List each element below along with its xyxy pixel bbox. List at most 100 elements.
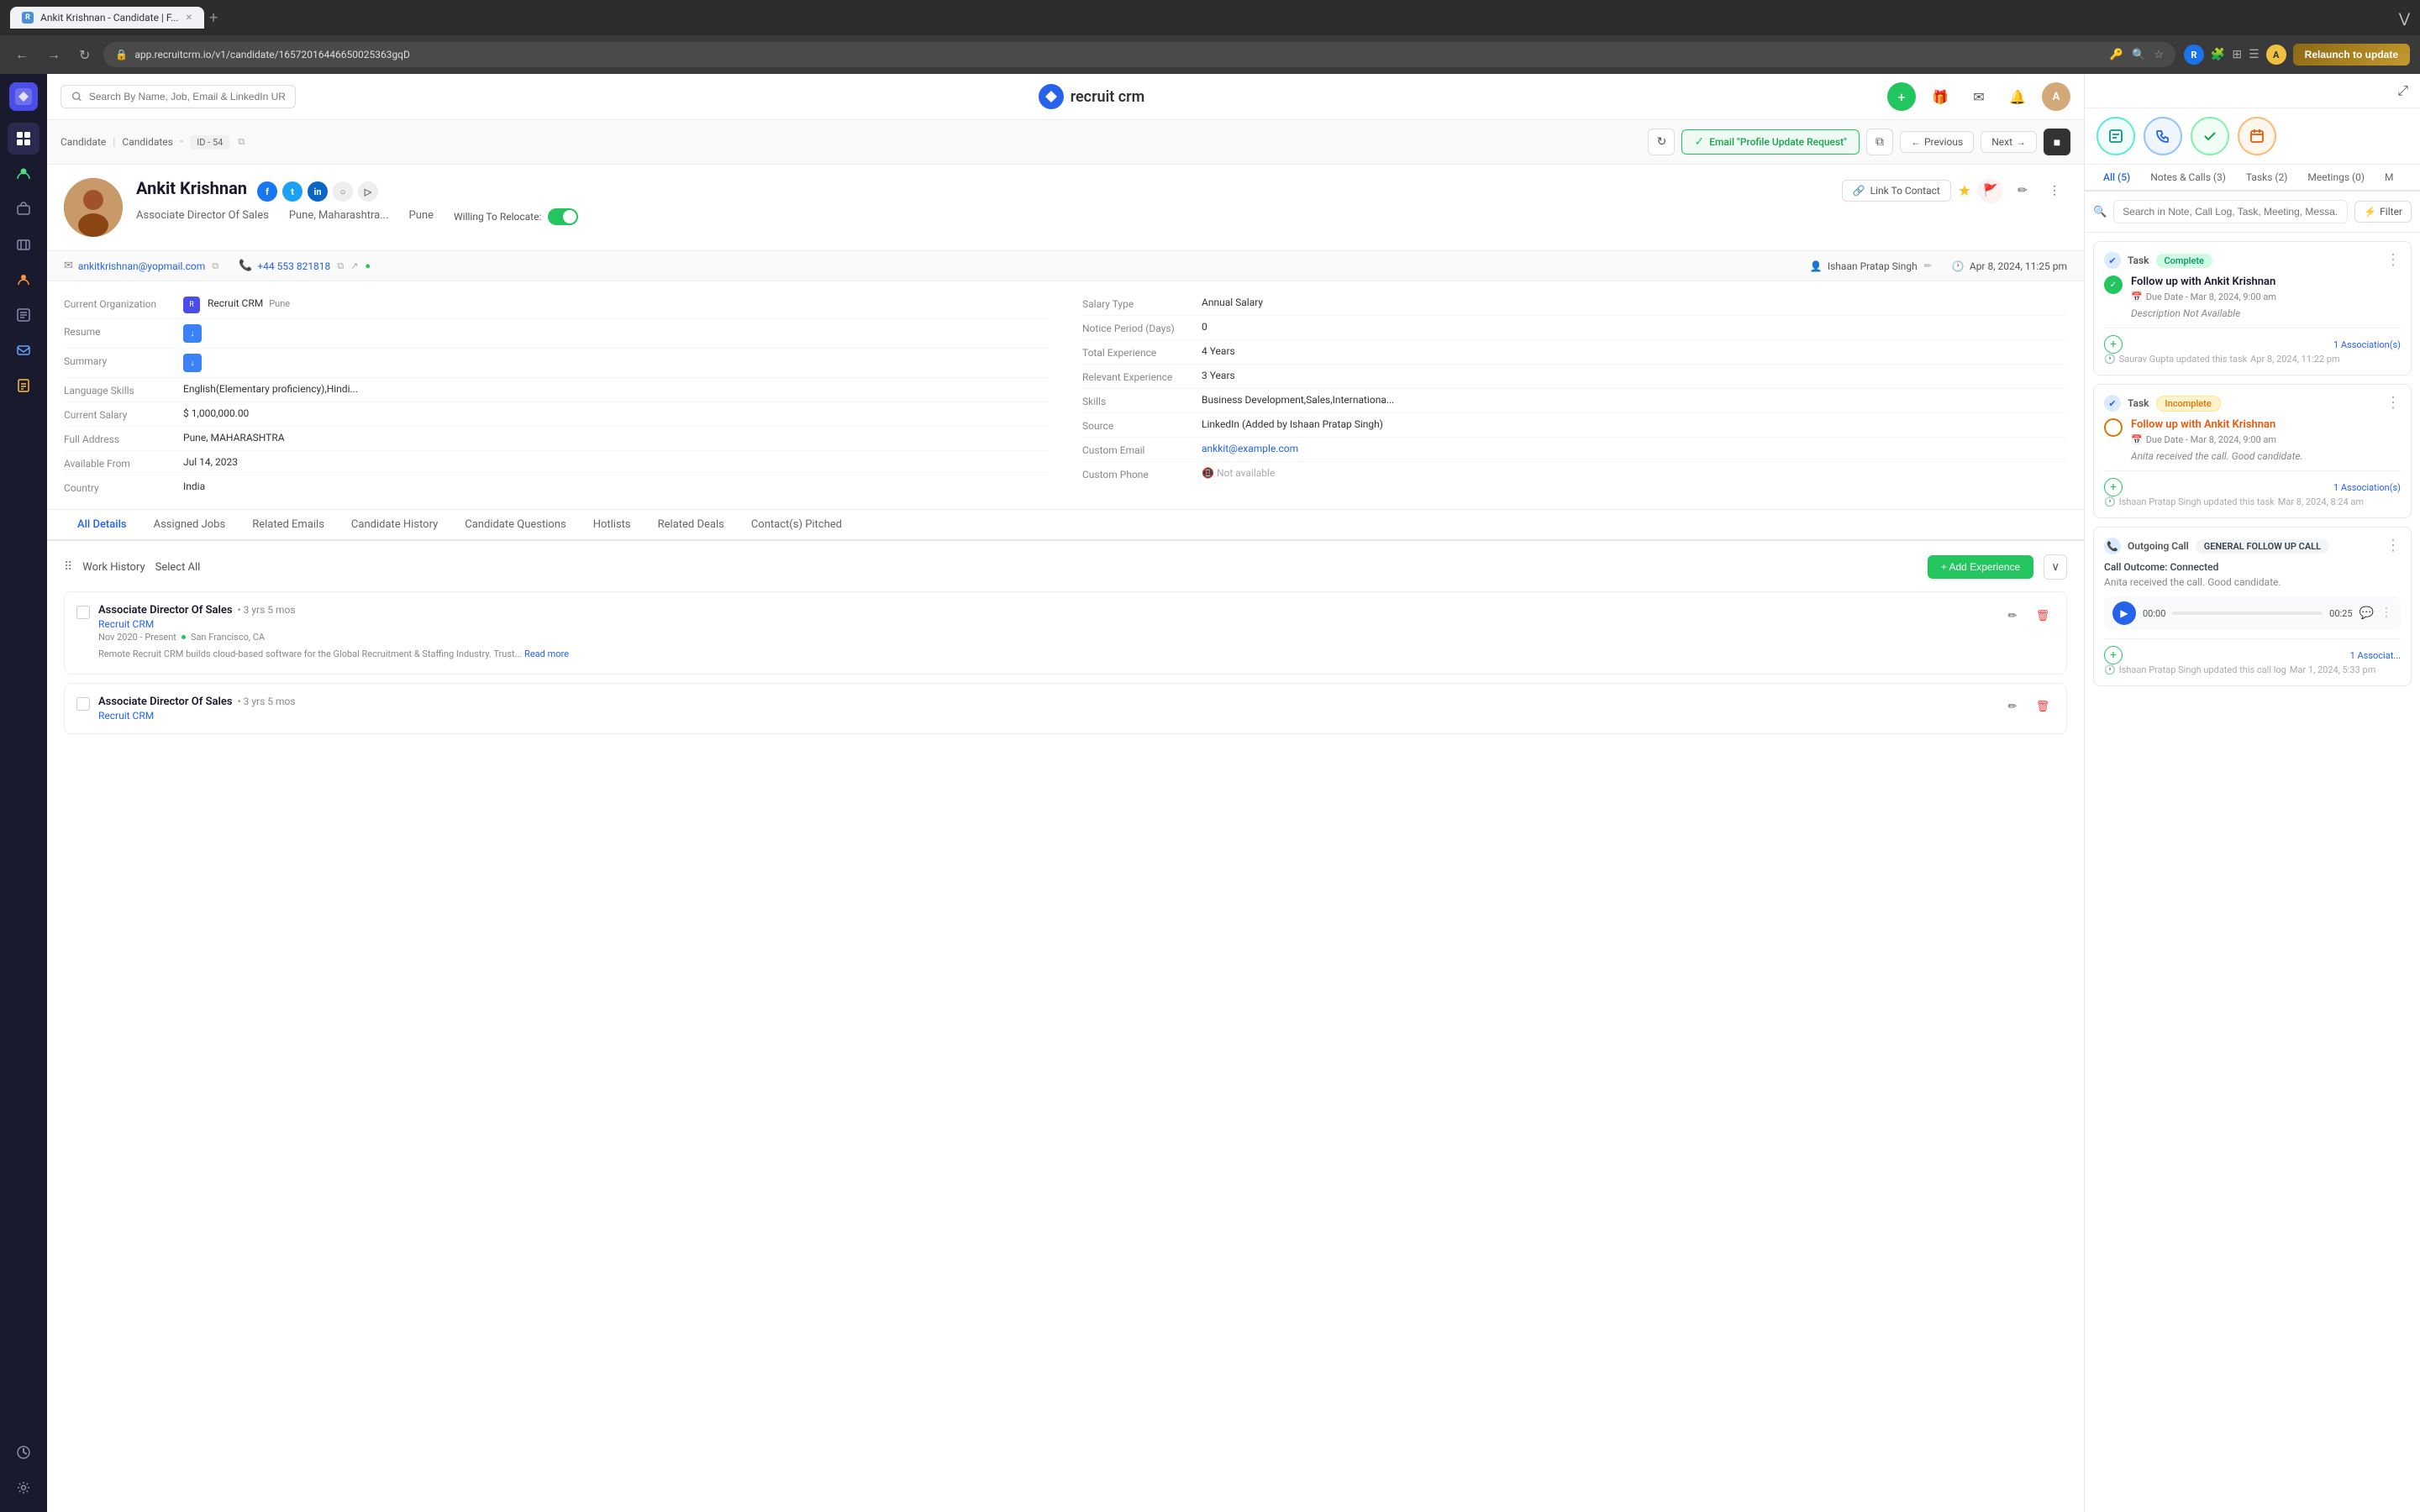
flag-button[interactable]: 🚩 (1978, 178, 2003, 203)
relaunch-button[interactable]: Relaunch to update (2293, 44, 2410, 66)
phone-value[interactable]: +44 553 821818 (257, 260, 330, 272)
user-avatar[interactable]: A (2042, 82, 2070, 111)
whatsapp-icon[interactable]: ● (365, 260, 371, 271)
task-incomplete-icon[interactable] (2104, 418, 2123, 437)
delete-work-button[interactable]: 🗑 (2031, 604, 2054, 627)
search-box[interactable] (60, 85, 296, 108)
call-more-button[interactable]: ⋮ (2386, 538, 2401, 554)
back-button[interactable]: ← (10, 43, 34, 66)
add-experience-button[interactable]: + Add Experience (1928, 555, 2033, 579)
facebook-icon[interactable]: f (257, 181, 277, 202)
delete-work-button-2[interactable]: 🗑 (2031, 696, 2054, 719)
drag-handle-icon[interactable]: ⠿ (64, 560, 72, 574)
copy-email-icon[interactable]: ⧉ (212, 260, 218, 272)
avatar-browser-icon[interactable]: A (2266, 45, 2286, 65)
tab-related-deals[interactable]: Related Deals (644, 510, 738, 541)
association-link[interactable]: 1 Association(s) (2333, 339, 2401, 350)
tab-assigned-jobs[interactable]: Assigned Jobs (140, 510, 239, 541)
reload-button[interactable]: ↻ (74, 44, 95, 66)
call-association-link[interactable]: 1 Associat... (2350, 650, 2401, 661)
open-phone-icon[interactable]: ↗ (350, 260, 358, 271)
sidebar-item-companies[interactable] (8, 228, 39, 260)
extension1-icon[interactable]: 🧩 (2211, 48, 2225, 61)
breadcrumb-candidate[interactable]: Candidate (60, 136, 106, 148)
search-input[interactable] (89, 91, 285, 102)
add-button[interactable]: + (1887, 82, 1916, 111)
extension2-icon[interactable]: ⊞ (2232, 48, 2242, 61)
social3-icon[interactable]: ○ (333, 181, 353, 202)
panel-tab-meetings[interactable]: Meetings (0) (2297, 165, 2375, 192)
edit-owner-icon[interactable]: ✏ (1924, 260, 1932, 271)
gift-icon[interactable]: 🎁 (1926, 82, 1954, 111)
edit-work-button[interactable]: ✏ (2001, 604, 2024, 627)
relocate-toggle[interactable] (548, 208, 578, 225)
next-button[interactable]: Next → (1981, 131, 2037, 153)
add-note-button[interactable] (2096, 117, 2135, 155)
breadcrumb-candidates[interactable]: Candidates (122, 136, 172, 148)
browser-expand-icon[interactable]: ⋁ (2399, 10, 2410, 26)
star-button[interactable]: ★ (1958, 182, 1971, 200)
work-checkbox[interactable] (76, 606, 90, 619)
panel-tab-all[interactable]: All (5) (2093, 165, 2140, 192)
copy-phone-icon[interactable]: ⧉ (337, 260, 344, 272)
task-add-button-2[interactable]: + (2104, 478, 2123, 496)
tab-contacts-pitched[interactable]: Contact(s) Pitched (738, 510, 855, 541)
new-tab-button[interactable]: + (209, 9, 218, 27)
audio-more-button[interactable]: ⋮ (2381, 606, 2392, 620)
work-checkbox-2[interactable] (76, 697, 90, 711)
copy-link-icon[interactable]: ⧉ (1866, 129, 1893, 155)
play-button[interactable]: ▶ (2112, 601, 2136, 625)
sidebar-item-jobs[interactable] (8, 193, 39, 225)
sidebar-item-candidates[interactable] (8, 158, 39, 190)
active-tab[interactable]: R Ankit Krishnan - Candidate | F... ✕ (10, 7, 204, 29)
tab-all-details[interactable]: All Details (64, 510, 140, 541)
zoom-icon[interactable]: 🔍 (2132, 49, 2145, 61)
read-more-link[interactable]: Read more (524, 648, 569, 659)
tab-candidate-history[interactable]: Candidate History (338, 510, 451, 541)
more-options-icon[interactable]: ■ (2044, 129, 2070, 155)
tab-related-emails[interactable]: Related Emails (239, 510, 338, 541)
resume-download-icon[interactable]: ↓ (183, 324, 202, 343)
previous-button[interactable]: ← Previous (1900, 131, 1974, 153)
tab-candidate-questions[interactable]: Candidate Questions (451, 510, 579, 541)
edit-button[interactable]: ✏ (2010, 178, 2035, 203)
profile-icon[interactable]: R (2184, 45, 2204, 65)
sidebar-item-notes[interactable] (8, 370, 39, 402)
tab-hotlists[interactable]: Hotlists (580, 510, 644, 541)
sidebar-item-emails[interactable] (8, 334, 39, 366)
select-all-button[interactable]: Select All (155, 561, 201, 574)
sidebar-logo[interactable] (9, 82, 38, 111)
url-bar[interactable]: 🔒 app.recruitcrm.io/v1/candidate/1657201… (103, 42, 2175, 67)
refresh-icon[interactable]: ↻ (1648, 129, 1675, 155)
filter-button[interactable]: ⚡ Filter (2354, 201, 2412, 223)
task-more-button[interactable]: ⋮ (2386, 253, 2401, 268)
panel-tab-tasks[interactable]: Tasks (2) (2236, 165, 2298, 192)
transcript-icon[interactable]: 💬 (2360, 606, 2374, 620)
collapse-button[interactable]: ∨ (2044, 554, 2067, 580)
forward-button[interactable]: → (42, 43, 66, 66)
summary-download-icon[interactable]: ↓ (183, 354, 202, 372)
panel-search-input[interactable] (2113, 200, 2348, 223)
notification-icon[interactable]: 🔔 (2003, 82, 2032, 111)
sidebar-item-dashboard[interactable] (8, 123, 39, 155)
sidebar-item-settings[interactable] (8, 1472, 39, 1504)
link-contact-button[interactable]: 🔗 Link To Contact (1842, 180, 1951, 202)
more-actions-button[interactable]: ⋮ (2042, 178, 2067, 203)
email-header-icon[interactable]: ✉ (1965, 82, 1993, 111)
email-value[interactable]: ankitkrishnan@yopmail.com (78, 260, 205, 272)
copy-id-icon[interactable]: ⧉ (238, 136, 245, 148)
task-add-button[interactable]: + (2104, 335, 2123, 354)
save-icon[interactable]: 🔑 (2110, 49, 2123, 61)
tab-close-icon[interactable]: ✕ (186, 13, 192, 23)
expand-icon[interactable]: ⤢ (2397, 82, 2408, 99)
add-call-button[interactable] (2144, 117, 2182, 155)
add-meeting-button[interactable] (2238, 117, 2276, 155)
linkedin-icon[interactable]: in (308, 181, 328, 202)
email-profile-button[interactable]: ✓ Email "Profile Update Request" (1681, 129, 1860, 155)
bookmark-icon[interactable]: ☆ (2154, 49, 2164, 61)
sidebar-item-contacts[interactable] (8, 264, 39, 296)
social4-icon[interactable]: ▷ (358, 181, 378, 202)
audio-progress-bar[interactable] (2172, 612, 2323, 615)
add-task-button[interactable] (2191, 117, 2229, 155)
extension3-icon[interactable]: ☰ (2249, 48, 2260, 61)
